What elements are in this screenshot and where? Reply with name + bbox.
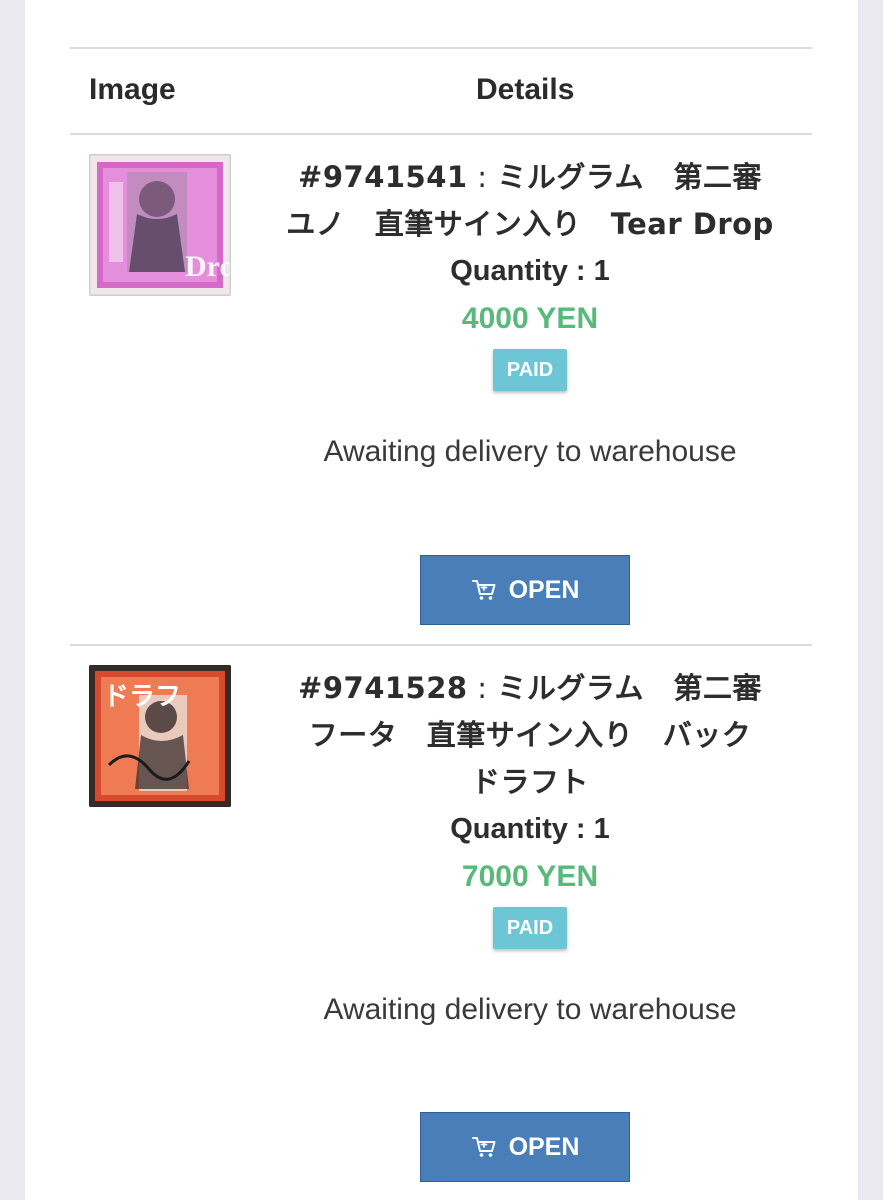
product-image-cd-pink: Drop bbox=[89, 154, 231, 296]
column-header-details: Details bbox=[476, 73, 575, 106]
product-thumbnail[interactable]: Drop bbox=[89, 154, 231, 296]
thumb-logo-text: Drop bbox=[185, 250, 231, 283]
title-separator: : bbox=[467, 671, 498, 705]
title-separator: : bbox=[467, 160, 498, 194]
open-button[interactable]: OPEN bbox=[420, 555, 630, 625]
order-number: #9741528 bbox=[298, 671, 468, 705]
thumb-logo-text: ドラフ bbox=[103, 682, 181, 712]
open-button-label: OPEN bbox=[508, 575, 580, 604]
title-line-2: フータ 直筆サイン入り バック bbox=[308, 718, 752, 752]
table-header-row: Image Details bbox=[70, 49, 812, 133]
delivery-status: Awaiting delivery to warehouse bbox=[323, 435, 737, 468]
open-button[interactable]: OPEN bbox=[420, 1112, 630, 1182]
item-title: #9741528 : ミルグラム 第二審 フータ 直筆サイン入り バック ドラフ… bbox=[260, 665, 800, 806]
item-details: #9741528 : ミルグラム 第二審 フータ 直筆サイン入り バック ドラフ… bbox=[260, 665, 800, 1027]
cart-icon bbox=[471, 1137, 496, 1157]
item-quantity: Quantity : 1 bbox=[450, 813, 610, 845]
item-quantity: Quantity : 1 bbox=[450, 255, 610, 287]
open-button-label: OPEN bbox=[508, 1132, 580, 1161]
order-number: #9741541 bbox=[298, 160, 468, 194]
status-badge: PAID bbox=[492, 349, 568, 391]
cart-icon bbox=[471, 580, 496, 600]
status-badge: PAID bbox=[492, 907, 568, 949]
orders-panel: Image Details Drop #9741541 : ミルグラム 第二審 … bbox=[25, 0, 858, 1200]
item-title: #9741541 : ミルグラム 第二審 ユノ 直筆サイン入り Tear Dro… bbox=[260, 154, 800, 248]
title-line-1: ミルグラム 第二審 bbox=[497, 671, 762, 705]
item-details: #9741541 : ミルグラム 第二審 ユノ 直筆サイン入り Tear Dro… bbox=[260, 154, 800, 469]
table-row: Drop #9741541 : ミルグラム 第二審 ユノ 直筆サイン入り Tea… bbox=[25, 135, 858, 645]
title-line-3: ドラフト bbox=[470, 765, 589, 799]
product-image-cd-orange: ドラフ bbox=[89, 665, 231, 807]
column-header-image: Image bbox=[89, 73, 176, 106]
delivery-status: Awaiting delivery to warehouse bbox=[323, 993, 737, 1026]
title-line-1: ミルグラム 第二審 bbox=[497, 160, 762, 194]
item-price: 7000 YEN bbox=[461, 860, 599, 893]
table-row: ドラフ #9741528 : ミルグラム 第二審 フータ 直筆サイン入り バック… bbox=[25, 646, 858, 1200]
item-price: 4000 YEN bbox=[461, 302, 599, 335]
title-line-2: ユノ 直筆サイン入り Tear Drop bbox=[286, 207, 774, 241]
product-thumbnail[interactable]: ドラフ bbox=[89, 665, 231, 807]
